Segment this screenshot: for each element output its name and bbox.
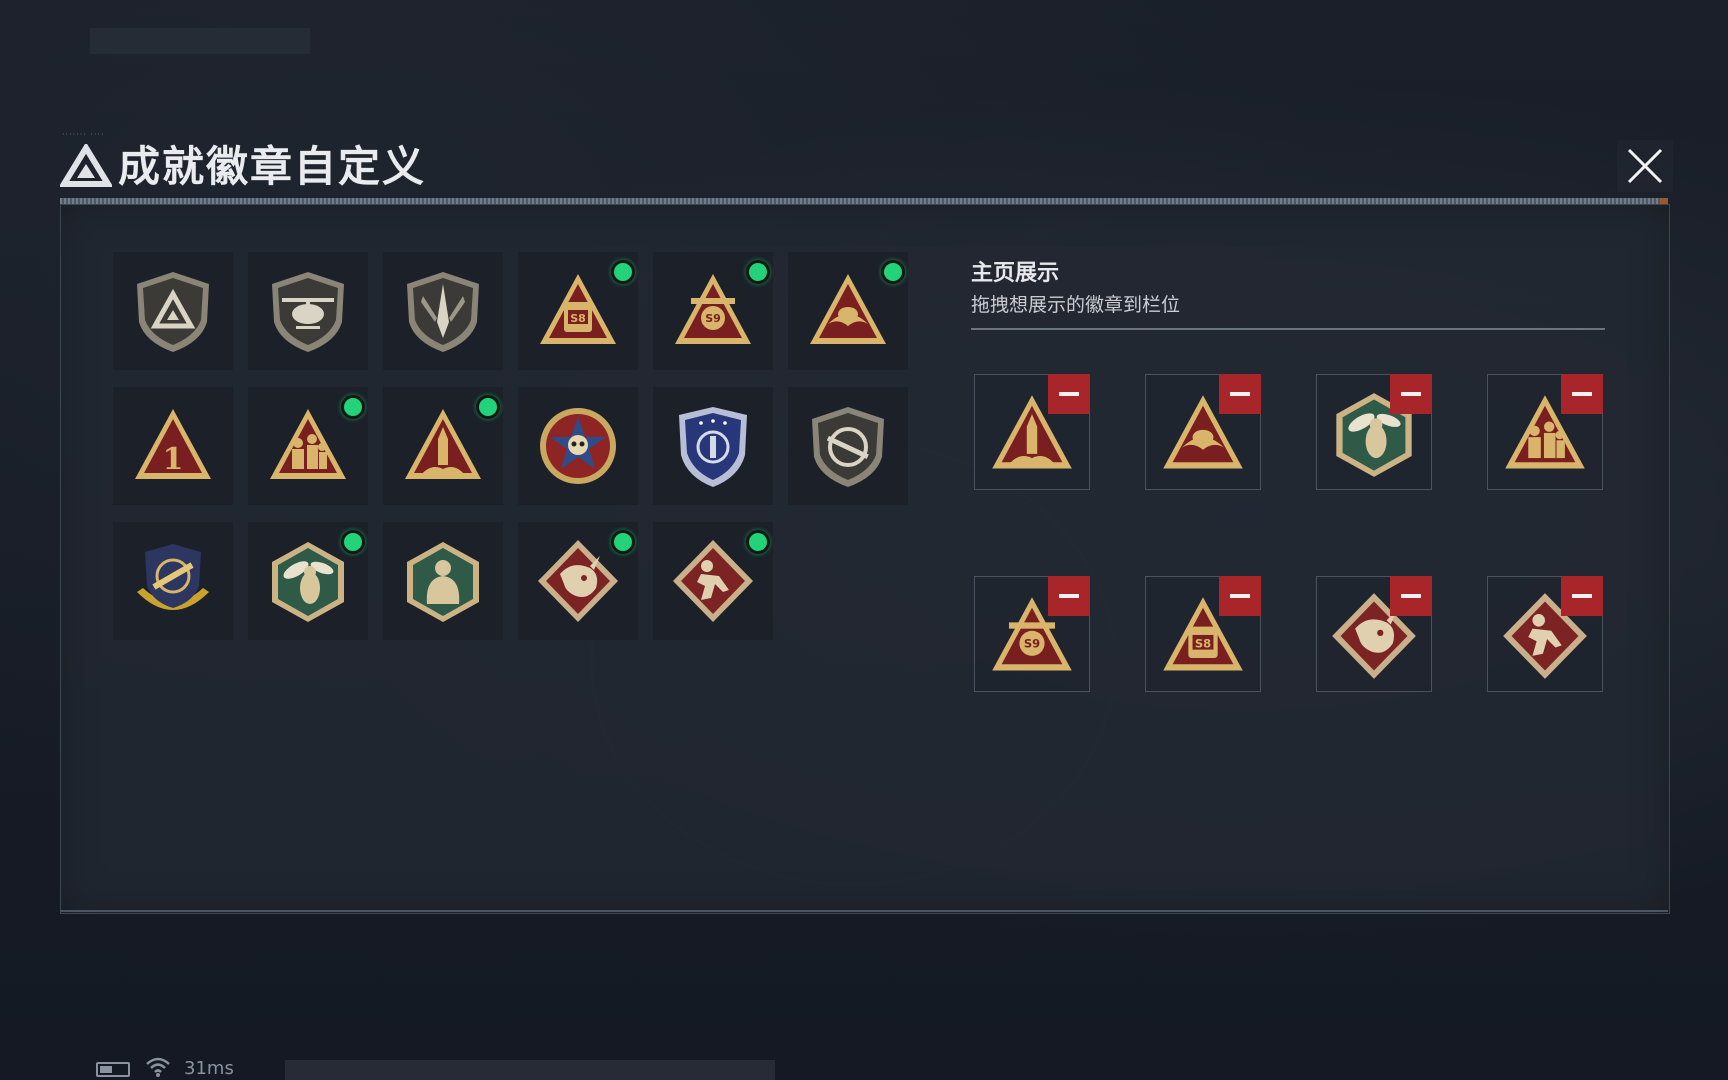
badge-star-skull-medal[interactable] <box>518 387 638 505</box>
new-indicator-dot <box>746 260 770 284</box>
showcase-slot-2[interactable] <box>1145 374 1261 490</box>
badge-shield-delta[interactable] <box>113 252 233 370</box>
close-icon <box>1627 148 1663 184</box>
blurred-top-text <box>90 28 310 54</box>
remove-slot-button[interactable] <box>1390 374 1432 414</box>
showcase-subtitle: 拖拽想展示的徽章到栏位 <box>971 294 1181 316</box>
slot-s9-text: S9 <box>1024 637 1040 651</box>
remove-slot-button[interactable] <box>1390 576 1432 616</box>
triangle-soldiers-icon <box>266 403 350 489</box>
showcase-slot-1[interactable] <box>974 374 1090 490</box>
delta-logo-icon <box>60 144 112 187</box>
badge-triangle-s9[interactable]: S9 <box>653 252 773 370</box>
star-skull-medal-icon <box>540 408 616 484</box>
badge-s9-text: S9 <box>705 312 721 325</box>
remove-slot-button[interactable] <box>1219 374 1261 414</box>
blurred-status-text <box>285 1060 775 1080</box>
badge-s8-text: S8 <box>570 312 586 325</box>
new-indicator-dot <box>341 530 365 554</box>
badge-triangle-eagle[interactable] <box>788 252 908 370</box>
badge-triangle-s8[interactable]: S8 <box>518 252 638 370</box>
remove-slot-button[interactable] <box>1561 576 1603 616</box>
diamond-dragon-icon <box>536 538 620 624</box>
remove-slot-button[interactable] <box>1048 374 1090 414</box>
showcase-slot-6[interactable]: S8 <box>1145 576 1261 692</box>
remove-slot-button[interactable] <box>1048 576 1090 616</box>
shield-delta-icon <box>131 268 215 354</box>
triangle-rocket-icon <box>401 403 485 489</box>
new-indicator-dot <box>881 260 905 284</box>
shield-rifle-icon <box>806 403 890 489</box>
badge-shield-rifle[interactable] <box>788 387 908 505</box>
diamond-runner-icon <box>671 538 755 624</box>
triangle-eagle-icon <box>806 268 890 354</box>
hexagon-wasp-icon <box>266 538 350 624</box>
triangle-s8-icon: S8 <box>536 268 620 354</box>
triangle-s9-icon: S9 <box>671 268 755 354</box>
badge-shield-dagger[interactable] <box>383 252 503 370</box>
header-micro-text: ······· ···· <box>62 130 105 139</box>
slot-s8-text: S8 <box>1195 637 1211 651</box>
shield-dagger-icon <box>401 268 485 354</box>
badge-diamond-runner[interactable] <box>653 522 773 640</box>
remove-slot-button[interactable] <box>1219 576 1261 616</box>
page-title: 成就徽章自定义 <box>118 142 427 191</box>
badge-triangle-number-one[interactable]: 1 <box>113 387 233 505</box>
dialog-header: ······· ···· 成就徽章自定义 <box>52 130 1672 202</box>
battery-icon <box>96 1062 130 1077</box>
badge-triangle-soldiers[interactable] <box>248 387 368 505</box>
new-indicator-dot <box>611 530 635 554</box>
badge-crosshair-wings-medal[interactable] <box>113 522 233 640</box>
crosshair-wings-medal-icon <box>137 544 209 610</box>
badge-triangle-rocket[interactable] <box>383 387 503 505</box>
close-button[interactable] <box>1617 140 1673 192</box>
showcase-slot-3[interactable] <box>1316 374 1432 490</box>
new-indicator-dot <box>611 260 635 284</box>
showcase-divider <box>971 328 1605 330</box>
showcase-slot-5[interactable]: S9 <box>974 576 1090 692</box>
badge-hexagon-wasp[interactable] <box>248 522 368 640</box>
remove-slot-button[interactable] <box>1561 374 1603 414</box>
wifi-icon <box>146 1057 170 1077</box>
latency-readout: 31ms <box>184 1058 234 1079</box>
hexagon-brute-icon <box>401 538 485 624</box>
blue-eagle-shield-icon <box>679 407 747 487</box>
showcase-slot-4[interactable] <box>1487 374 1603 490</box>
showcase-title: 主页展示 <box>971 261 1060 286</box>
panel-bottom-border <box>60 910 1668 912</box>
badge-shield-helicopter[interactable] <box>248 252 368 370</box>
showcase-slot-7[interactable] <box>1316 576 1432 692</box>
badge-number-text: 1 <box>163 442 184 477</box>
shield-helicopter-icon <box>266 268 350 354</box>
triangle-number-one-icon: 1 <box>131 403 215 489</box>
new-indicator-dot <box>476 395 500 419</box>
badge-blue-eagle-shield[interactable] <box>653 387 773 505</box>
badge-diamond-dragon[interactable] <box>518 522 638 640</box>
badge-hexagon-brute[interactable] <box>383 522 503 640</box>
new-indicator-dot <box>341 395 365 419</box>
showcase-slot-8[interactable] <box>1487 576 1603 692</box>
new-indicator-dot <box>746 530 770 554</box>
